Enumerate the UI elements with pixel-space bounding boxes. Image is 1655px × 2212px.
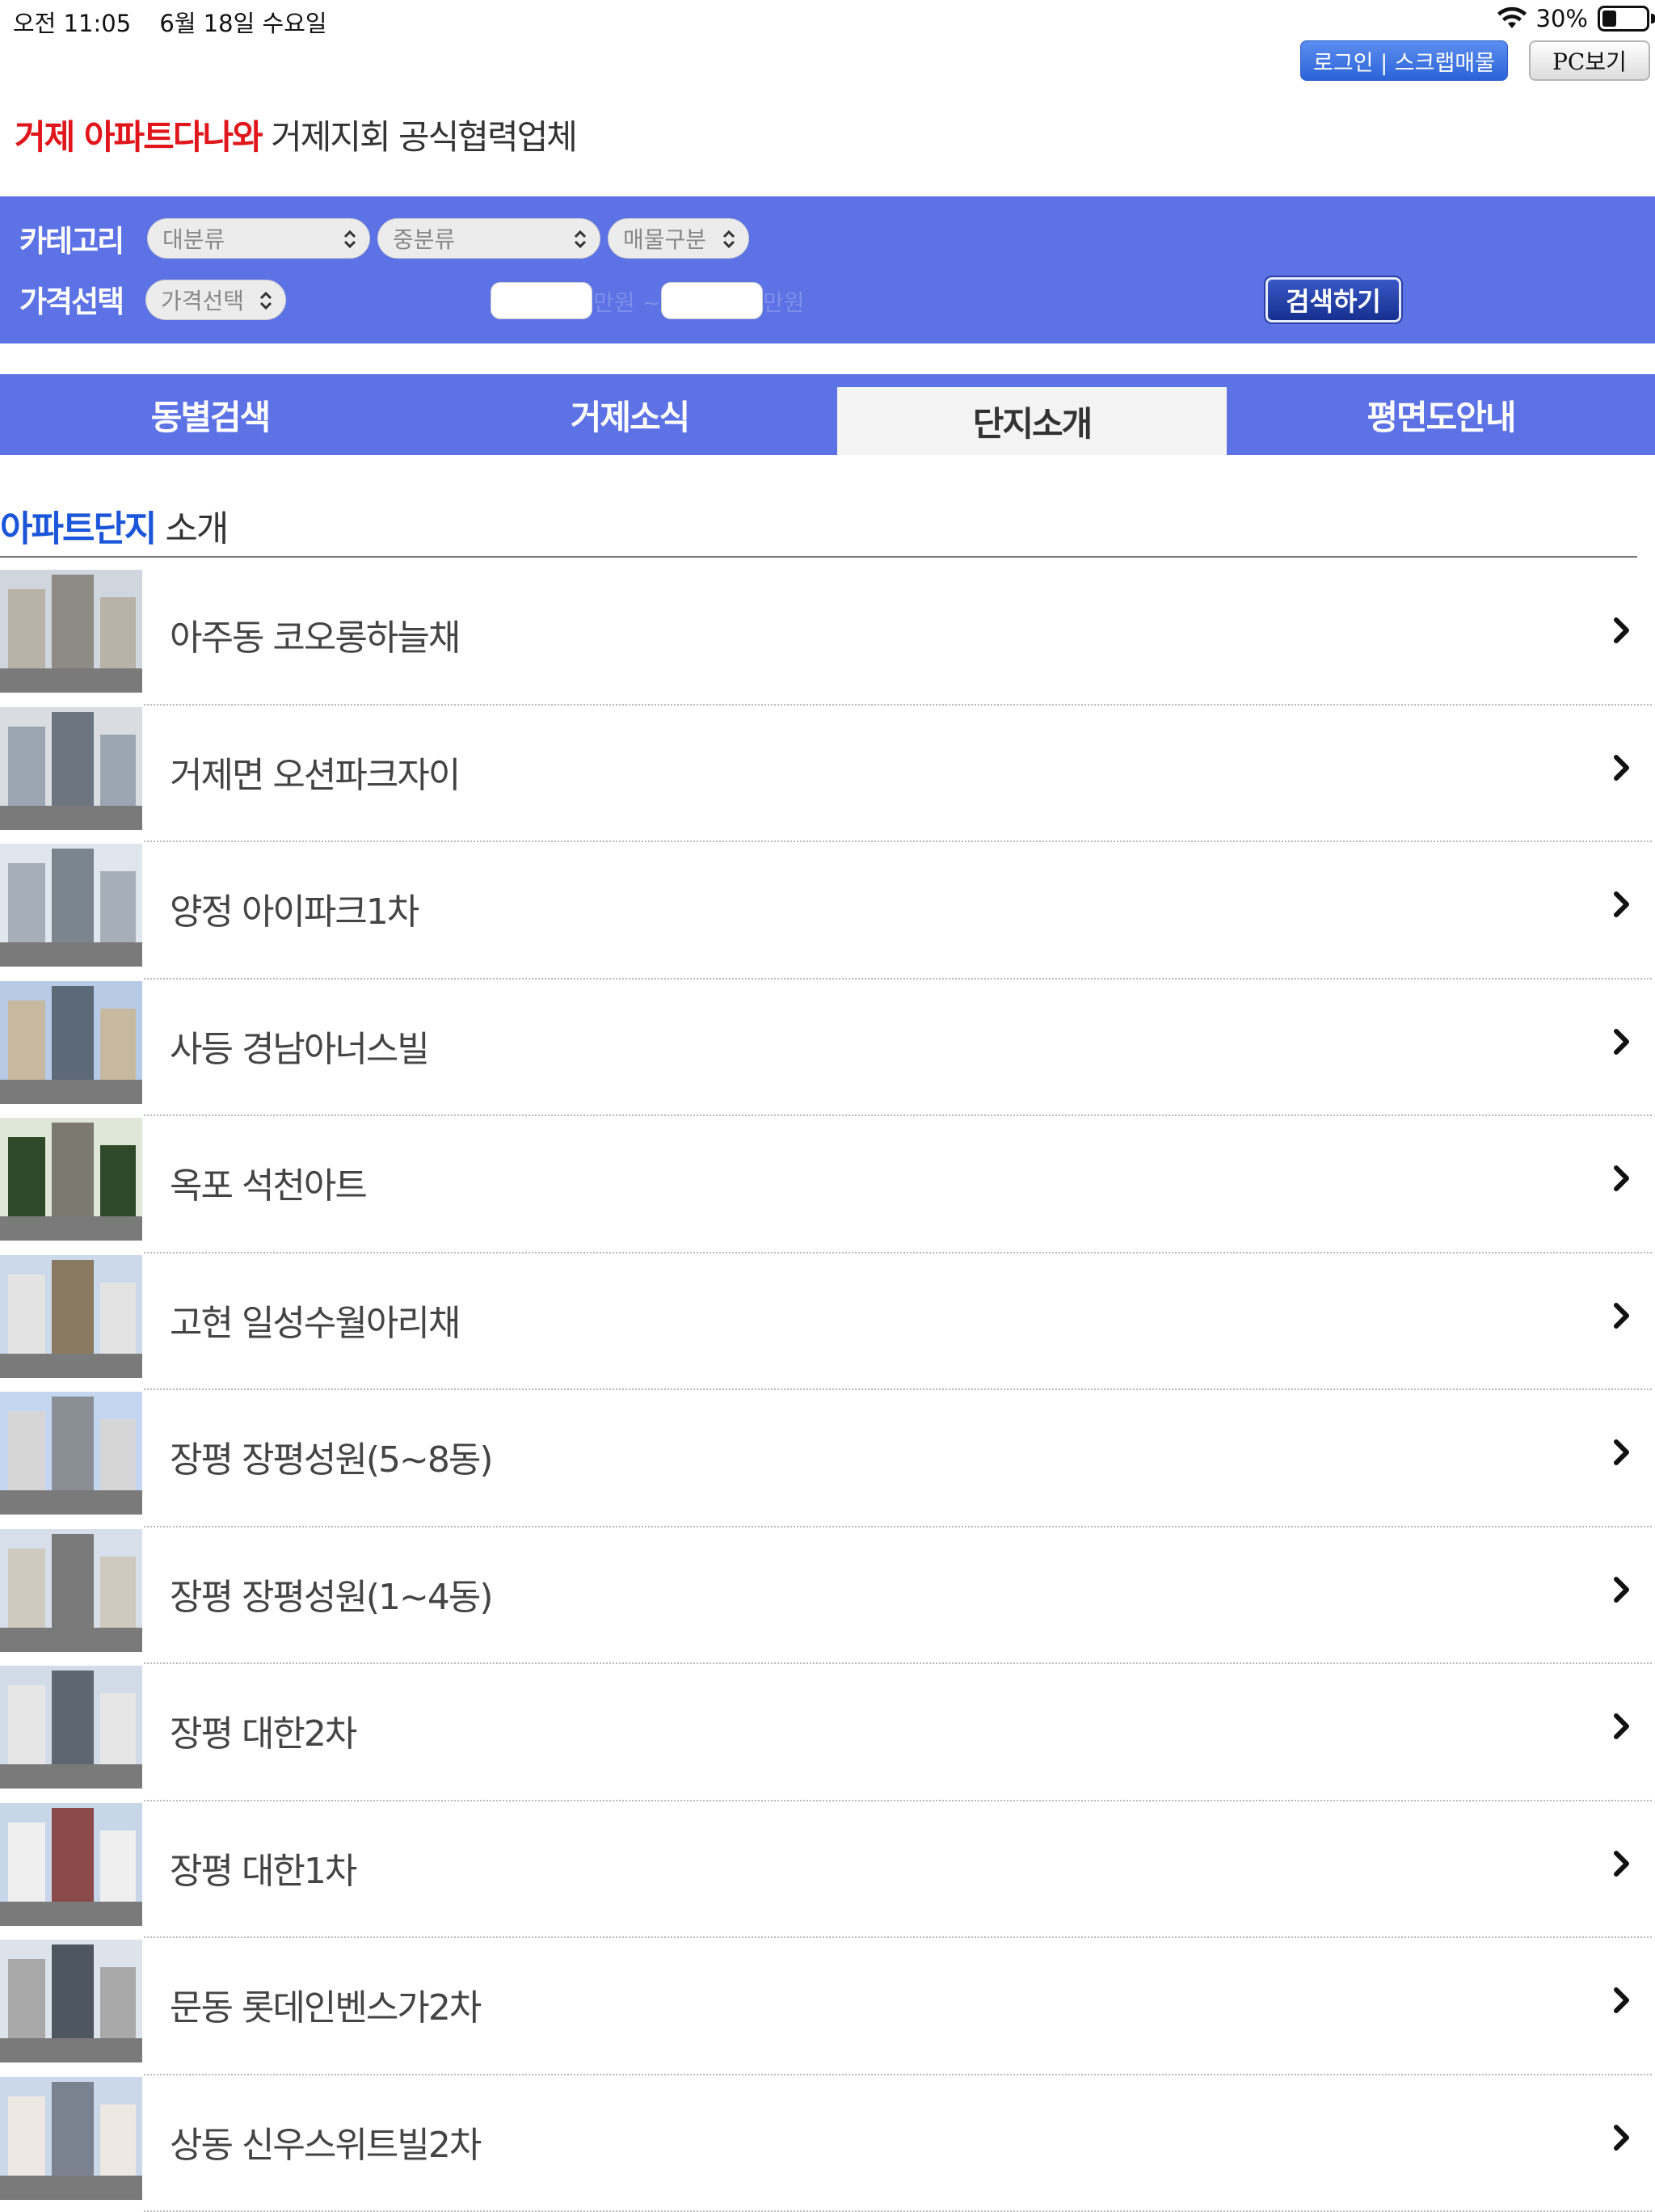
tab-floorplan[interactable]: 평면도안내 (1227, 374, 1655, 455)
chevron-right-icon[interactable] (1610, 1573, 1634, 1607)
logo-brand: 거제 아파트다나와 (15, 117, 262, 157)
chevron-right-icon[interactable] (1610, 2121, 1634, 2155)
complex-thumbnail[interactable] (0, 1940, 142, 2062)
complex-thumbnail[interactable] (0, 707, 142, 830)
complex-thumbnail[interactable] (0, 1118, 142, 1241)
complex-thumbnail[interactable] (0, 844, 142, 967)
status-time: 오전 11:05 (13, 10, 131, 37)
complex-row[interactable]: 옥포 석천아트 (0, 1116, 1655, 1253)
price-max-input[interactable] (661, 282, 763, 319)
complex-row[interactable]: 양정 아이파크1차 (0, 842, 1655, 980)
complex-name[interactable]: 장평 대한1차 (170, 1842, 356, 1894)
complex-row[interactable]: 장평 장평성원(1~4동) (0, 1527, 1655, 1665)
complex-thumbnail[interactable] (0, 570, 142, 693)
complex-thumbnail[interactable] (0, 1803, 142, 1926)
complex-thumbnail[interactable] (0, 1529, 142, 1652)
pc-view-button[interactable]: PC보기 (1529, 40, 1650, 81)
complex-row[interactable]: 아주동 코오롱하늘채 (0, 568, 1655, 706)
complex-name[interactable]: 장평 장평성원(1~4동) (170, 1568, 492, 1620)
complex-name[interactable]: 장평 장평성원(5~8동) (170, 1430, 492, 1482)
complex-name[interactable]: 사등 경남아너스빌 (170, 1020, 428, 1072)
complex-name[interactable]: 거제면 오션파크자이 (170, 746, 459, 798)
price-max-unit: 만원 (763, 285, 805, 318)
chevron-right-icon[interactable] (1610, 1983, 1634, 2017)
complex-name[interactable]: 고현 일성수월아리채 (170, 1294, 459, 1346)
chevron-right-icon[interactable] (1610, 613, 1634, 647)
complex-row[interactable]: 문동 롯데인벤스가2차 (0, 1938, 1655, 2075)
chevron-right-icon[interactable] (1610, 1847, 1634, 1881)
search-panel: 카테고리 가격선택 대분류 중분류 매물구분 가격선택 만원 ~ 만원 검색하기 (0, 196, 1655, 343)
search-button[interactable]: 검색하기 (1265, 277, 1401, 322)
site-logo[interactable]: 거제 아파트다나와 거제지회 공식협력업체 (15, 110, 576, 159)
complex-name[interactable]: 옥포 석천아트 (170, 1157, 366, 1208)
complex-name[interactable]: 양정 아이파크1차 (170, 883, 418, 934)
section-title: 아파트단지 소개 (0, 499, 227, 551)
complex-name[interactable]: 문동 롯데인벤스가2차 (170, 1978, 480, 2030)
chevron-right-icon[interactable] (1610, 1709, 1634, 1743)
complex-thumbnail[interactable] (0, 1666, 142, 1789)
price-min-input[interactable] (491, 282, 592, 319)
complex-name[interactable]: 상동 신우스위트빌2차 (170, 2116, 480, 2168)
price-min-unit: 만원 ~ (593, 285, 661, 318)
updown-chevron-icon (258, 289, 274, 313)
section-title-rest: 소개 (165, 508, 227, 550)
wifi-icon (1496, 6, 1528, 32)
complex-row[interactable]: 장평 대한2차 (0, 1664, 1655, 1801)
complex-thumbnail[interactable] (0, 981, 142, 1104)
complex-thumbnail[interactable] (0, 1392, 142, 1515)
updown-chevron-icon (342, 227, 358, 251)
status-bar: 오전 11:05 6월 18일 수요일 30% (0, 0, 1655, 42)
chevron-right-icon[interactable] (1610, 1025, 1634, 1059)
chevron-right-icon[interactable] (1610, 1299, 1634, 1333)
section-title-highlight: 아파트단지 (0, 508, 155, 550)
tab-dong-search[interactable]: 동별검색 (0, 374, 420, 455)
complex-row[interactable]: 고현 일성수월아리채 (0, 1253, 1655, 1391)
complex-name[interactable]: 아주동 코오롱하늘채 (170, 609, 459, 660)
chevron-right-icon[interactable] (1610, 887, 1634, 921)
price-select[interactable]: 가격선택 (145, 280, 286, 320)
complex-row[interactable]: 장평 대한1차 (0, 1801, 1655, 1939)
complex-thumbnail[interactable] (0, 2077, 142, 2200)
tab-geoje-news[interactable]: 거제소식 (420, 374, 839, 455)
major-category-select[interactable]: 대분류 (147, 218, 370, 259)
status-right: 30% (1496, 5, 1655, 32)
chevron-right-icon[interactable] (1610, 1435, 1634, 1469)
status-left: 오전 11:05 6월 18일 수요일 (13, 5, 348, 39)
status-date: 6월 18일 수요일 (159, 10, 326, 37)
category-label: 카테고리 (19, 217, 123, 260)
login-scrap-button[interactable]: 로그인 | 스크랩매물 (1300, 40, 1508, 81)
listing-type-select[interactable]: 매물구분 (608, 218, 749, 259)
main-tabs: 동별검색 거제소식 단지소개 평면도안내 (0, 374, 1655, 455)
minor-category-select[interactable]: 중분류 (377, 218, 600, 259)
price-select-value: 가격선택 (161, 284, 244, 316)
chevron-right-icon[interactable] (1610, 751, 1634, 785)
minor-category-value: 중분류 (393, 222, 455, 255)
complex-row[interactable]: 사등 경남아너스빌 (0, 980, 1655, 1117)
major-category-value: 대분류 (162, 222, 225, 255)
chevron-right-icon[interactable] (1610, 1161, 1634, 1195)
section-divider (0, 556, 1637, 558)
battery-icon (1598, 6, 1649, 32)
complex-name[interactable]: 장평 대한2차 (170, 1704, 356, 1756)
complex-row[interactable]: 거제면 오션파크자이 (0, 706, 1655, 843)
complex-list: 아주동 코오롱하늘채거제면 오션파크자이양정 아이파크1차사등 경남아너스빌옥포… (0, 568, 1655, 2212)
complex-thumbnail[interactable] (0, 1255, 142, 1378)
battery-percent: 30% (1536, 5, 1588, 32)
price-label: 가격선택 (19, 277, 123, 321)
updown-chevron-icon (572, 227, 588, 251)
listing-type-value: 매물구분 (623, 222, 706, 255)
tab-complex-intro[interactable]: 단지소개 (837, 387, 1227, 455)
complex-row[interactable]: 상동 신우스위트빌2차 (0, 2075, 1655, 2212)
logo-subtitle: 거제지회 공식협력업체 (271, 117, 576, 157)
updown-chevron-icon (721, 227, 737, 251)
complex-row[interactable]: 장평 장평성원(5~8동) (0, 1390, 1655, 1527)
